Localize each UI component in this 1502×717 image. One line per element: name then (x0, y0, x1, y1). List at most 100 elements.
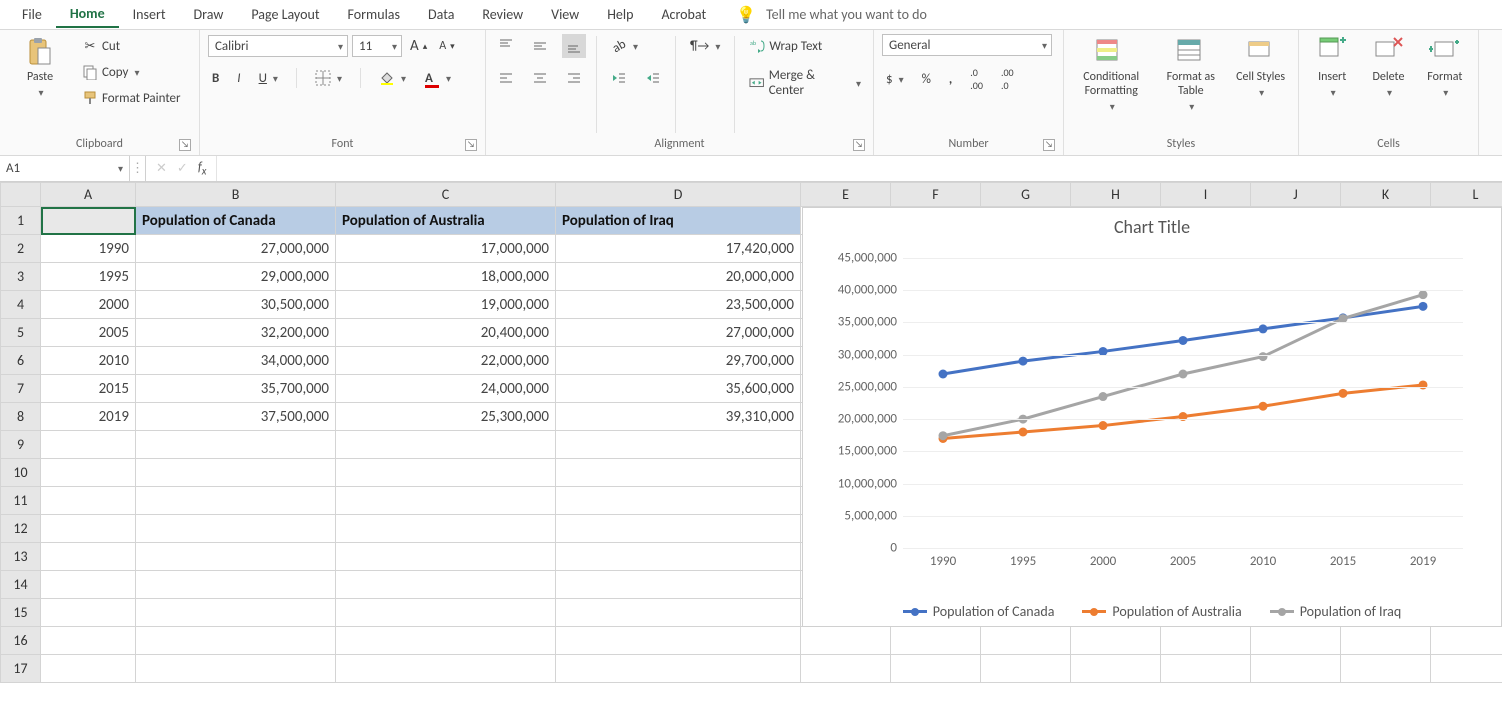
delete-cells-button[interactable]: Delete▾ (1363, 34, 1413, 101)
cell[interactable] (1161, 627, 1251, 655)
cell[interactable]: 1995 (41, 263, 136, 291)
cell[interactable] (136, 515, 336, 543)
cell[interactable] (1341, 627, 1431, 655)
cell[interactable] (1341, 655, 1431, 683)
cell[interactable]: 2015 (41, 375, 136, 403)
insert-function-button[interactable]: fx (198, 160, 207, 178)
cell[interactable] (136, 627, 336, 655)
tab-home[interactable]: Home (56, 1, 119, 28)
cell[interactable]: 29,000,000 (136, 263, 336, 291)
cell[interactable] (336, 599, 556, 627)
increase-indent-button[interactable] (641, 66, 665, 90)
cell[interactable]: 27,000,000 (136, 235, 336, 263)
tell-me-search[interactable]: 💡 Tell me what you want to do (736, 5, 927, 25)
cell[interactable] (556, 459, 801, 487)
row-header[interactable]: 16 (1, 627, 41, 655)
cell[interactable]: 2000 (41, 291, 136, 319)
align-center-button[interactable] (528, 66, 552, 90)
cell[interactable] (41, 431, 136, 459)
col-header-L[interactable]: L (1431, 183, 1502, 207)
col-header-G[interactable]: G (981, 183, 1071, 207)
tab-insert[interactable]: Insert (119, 2, 180, 27)
cell[interactable] (1071, 655, 1161, 683)
cell[interactable]: 32,200,000 (136, 319, 336, 347)
cell[interactable]: 29,700,000 (556, 347, 801, 375)
select-all-corner[interactable] (1, 183, 41, 207)
cell[interactable] (336, 627, 556, 655)
col-header-J[interactable]: J (1251, 183, 1341, 207)
increase-decimal-button[interactable]: .0.00 (966, 64, 987, 94)
row-header[interactable]: 5 (1, 319, 41, 347)
cell[interactable] (336, 431, 556, 459)
decrease-decimal-button[interactable]: .00.0 (997, 64, 1018, 94)
comma-button[interactable]: , (945, 67, 956, 91)
tab-draw[interactable]: Draw (180, 2, 238, 27)
copy-button[interactable]: Copy ▾ (78, 60, 185, 84)
conditional-formatting-button[interactable]: Conditional Formatting▾ (1072, 34, 1150, 115)
row-header[interactable]: 3 (1, 263, 41, 291)
tab-view[interactable]: View (537, 2, 593, 27)
col-header-A[interactable]: A (41, 183, 136, 207)
cell[interactable] (891, 655, 981, 683)
cell[interactable] (136, 487, 336, 515)
cell[interactable]: 20,400,000 (336, 319, 556, 347)
percent-button[interactable]: % (918, 67, 935, 91)
cancel-formula-button[interactable]: ✕ (156, 161, 167, 176)
cell[interactable] (1431, 655, 1502, 683)
formula-input[interactable] (217, 156, 1502, 181)
row-header[interactable]: 12 (1, 515, 41, 543)
col-header-K[interactable]: K (1341, 183, 1431, 207)
row-header[interactable]: 10 (1, 459, 41, 487)
cell[interactable]: 2019 (41, 403, 136, 431)
cell[interactable]: 37,500,000 (136, 403, 336, 431)
align-left-button[interactable] (494, 66, 518, 90)
cell[interactable] (1251, 627, 1341, 655)
cell[interactable] (41, 459, 136, 487)
tab-page-layout[interactable]: Page Layout (237, 2, 333, 27)
row-header[interactable]: 15 (1, 599, 41, 627)
row-header[interactable]: 7 (1, 375, 41, 403)
cell[interactable] (336, 459, 556, 487)
cell[interactable] (336, 571, 556, 599)
cell[interactable]: 24,000,000 (336, 375, 556, 403)
cell[interactable]: 39,310,000 (556, 403, 801, 431)
cell[interactable] (336, 655, 556, 683)
cell[interactable] (556, 515, 801, 543)
align-bottom-button[interactable] (562, 34, 586, 58)
row-header[interactable]: 9 (1, 431, 41, 459)
cell[interactable] (1251, 655, 1341, 683)
merge-center-button[interactable]: Merge & Center ▾ (745, 66, 865, 100)
cell[interactable] (336, 543, 556, 571)
cell[interactable] (136, 571, 336, 599)
cell[interactable]: 27,000,000 (556, 319, 801, 347)
tab-review[interactable]: Review (468, 2, 537, 27)
format-painter-button[interactable]: Format Painter (78, 86, 185, 110)
col-header-F[interactable]: F (891, 183, 981, 207)
cell[interactable] (41, 571, 136, 599)
align-right-button[interactable] (562, 66, 586, 90)
currency-button[interactable]: $▾ (882, 67, 908, 91)
alignment-launcher[interactable]: ↘ (853, 139, 865, 151)
cell[interactable] (136, 543, 336, 571)
italic-button[interactable]: I (233, 66, 244, 90)
number-launcher[interactable]: ↘ (1043, 139, 1055, 151)
format-cells-button[interactable]: Format▾ (1420, 34, 1470, 101)
decrease-indent-button[interactable] (607, 66, 631, 90)
cell[interactable]: 20,000,000 (556, 263, 801, 291)
chart-plot-area[interactable]: 05,000,00010,000,00015,000,00020,000,000… (903, 258, 1463, 548)
cell[interactable] (556, 571, 801, 599)
row-header[interactable]: 11 (1, 487, 41, 515)
tab-formulas[interactable]: Formulas (334, 2, 414, 27)
cell[interactable] (1071, 627, 1161, 655)
cell[interactable] (556, 627, 801, 655)
orientation-button[interactable]: ab▾ (607, 34, 642, 58)
cell[interactable] (556, 487, 801, 515)
wrap-text-button[interactable]: ab Wrap Text (745, 34, 865, 58)
bold-button[interactable]: B (208, 66, 223, 90)
cell[interactable]: 17,420,000 (556, 235, 801, 263)
row-header[interactable]: 2 (1, 235, 41, 263)
cell[interactable]: 30,500,000 (136, 291, 336, 319)
col-header-C[interactable]: C (336, 183, 556, 207)
enter-formula-button[interactable]: ✓ (177, 161, 188, 176)
font-name-select[interactable]: Calibri (208, 35, 348, 57)
